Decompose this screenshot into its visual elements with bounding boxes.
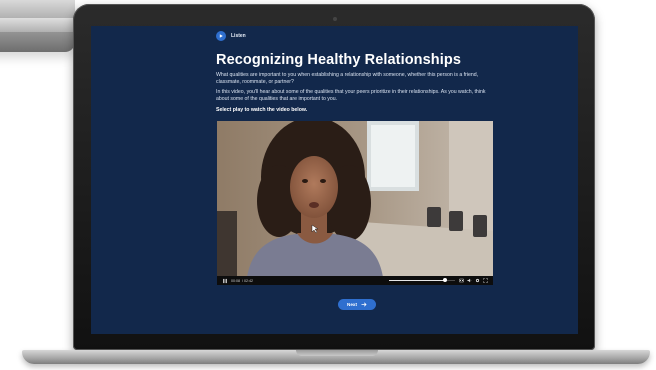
laptop-screen: Listen Recognizing Healthy Relationships…: [91, 26, 578, 334]
background-device: [0, 0, 75, 52]
video-controls: 00:08 / 02:42: [217, 276, 493, 285]
laptop-base-notch: [296, 350, 378, 356]
duration: / 02:42: [242, 278, 253, 283]
section-label: Listen: [231, 33, 246, 39]
play-icon: [223, 278, 227, 283]
video-description: In this video, you'll hear about some of…: [216, 89, 486, 103]
video-frame[interactable]: [217, 121, 493, 277]
next-button-label: Next: [347, 302, 357, 307]
play-circle-icon: [216, 31, 226, 41]
volume-icon[interactable]: [467, 278, 472, 283]
video-player[interactable]: 00:08 / 02:42: [217, 121, 493, 285]
next-button[interactable]: Next: [338, 299, 376, 310]
settings-gear-icon[interactable]: [475, 278, 480, 283]
fullscreen-icon[interactable]: [483, 278, 488, 283]
intro-paragraph: What qualities are important to you when…: [216, 72, 479, 86]
play-button[interactable]: [221, 277, 229, 284]
current-time: 00:08: [231, 278, 240, 283]
play-instruction: Select play to watch the video below.: [216, 107, 308, 113]
section-header: Listen: [216, 31, 246, 41]
progress-fill: [389, 279, 446, 282]
webcam-icon: [333, 17, 337, 21]
scene: Listen Recognizing Healthy Relationships…: [0, 0, 656, 370]
page-title: Recognizing Healthy Relationships: [216, 52, 461, 68]
progress-handle[interactable]: [443, 278, 448, 283]
progress-track[interactable]: [389, 278, 455, 283]
arrow-right-icon: [361, 302, 367, 307]
closed-captions-icon[interactable]: [459, 278, 464, 283]
